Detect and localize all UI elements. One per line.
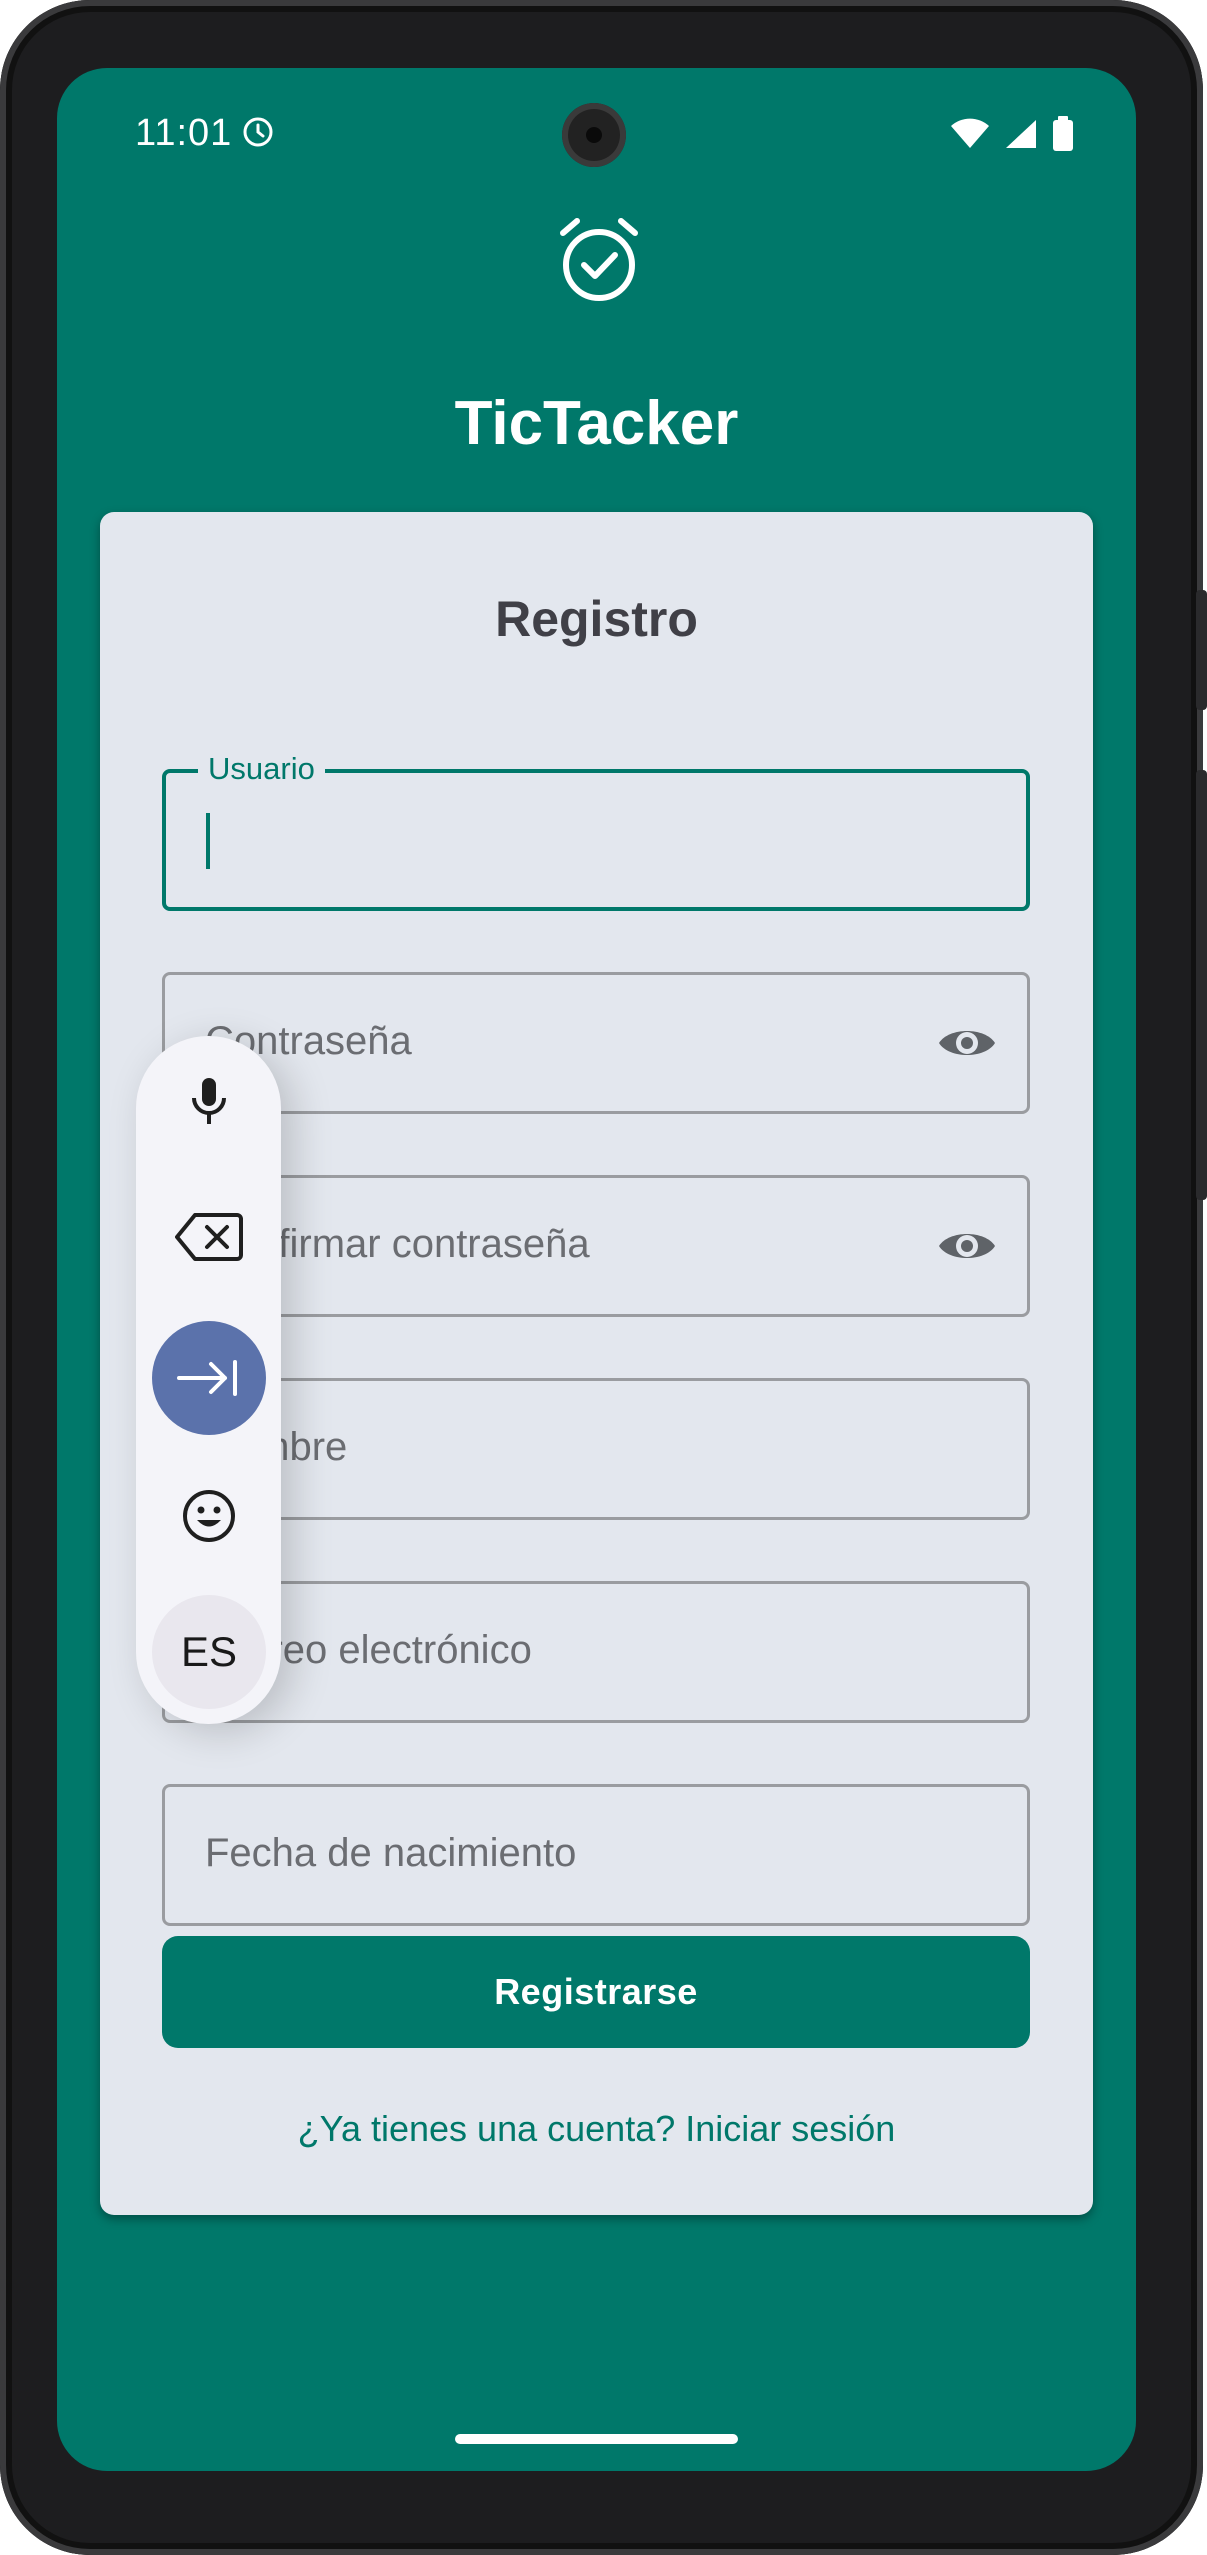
floating-keyboard-toolbar: ES	[136, 1036, 281, 1724]
system-icons	[950, 116, 1074, 157]
email-field[interactable]: Correo electrónico	[162, 1581, 1030, 1723]
alarm-clock-icon	[241, 115, 275, 154]
emoji-icon[interactable]	[152, 1459, 266, 1573]
register-button[interactable]: Registrarse	[162, 1936, 1030, 2048]
login-link[interactable]: ¿Ya tienes una cuenta? Iniciar sesión	[100, 2108, 1093, 2150]
mic-icon[interactable]	[152, 1045, 266, 1159]
password-field[interactable]: Contraseña	[162, 972, 1030, 1114]
front-camera	[562, 103, 626, 167]
form-title: Registro	[495, 591, 698, 647]
eye-icon[interactable]	[937, 1224, 997, 1273]
backspace-icon[interactable]	[152, 1180, 266, 1294]
status-bar: 11:01	[57, 68, 1136, 198]
volume-button	[1196, 590, 1207, 710]
alarm-check-icon	[557, 213, 641, 308]
name-field[interactable]: Nombre	[162, 1378, 1030, 1520]
power-button	[1196, 770, 1207, 1200]
username-field[interactable]: Usuario	[162, 751, 1030, 911]
tab-icon[interactable]	[152, 1321, 266, 1435]
wifi-icon	[950, 118, 990, 155]
text-cursor	[206, 813, 210, 869]
battery-icon	[1052, 116, 1074, 157]
confirm-password-field[interactable]: Confirmar contraseña	[162, 1175, 1030, 1317]
status-time: 11:01	[135, 112, 233, 154]
username-label: Usuario	[198, 751, 325, 787]
home-indicator[interactable]	[455, 2434, 738, 2444]
language-switch-button[interactable]: ES	[152, 1595, 266, 1709]
app-title: TicTacker	[454, 389, 739, 458]
birthdate-placeholder: Fecha de nacimiento	[205, 1831, 577, 1875]
screen: 11:01 TicTacker Registro Usuario Contras…	[57, 68, 1136, 2471]
birthdate-field[interactable]: Fecha de nacimiento	[162, 1784, 1030, 1926]
signal-icon	[1004, 118, 1038, 155]
eye-icon[interactable]	[937, 1021, 997, 1070]
